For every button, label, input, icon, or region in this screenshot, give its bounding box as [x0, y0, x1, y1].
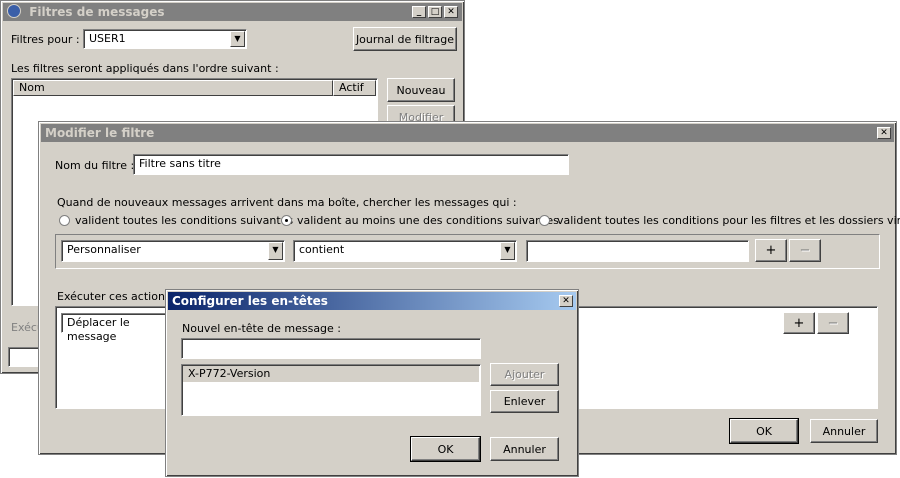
app-icon [7, 4, 21, 18]
action-select[interactable]: Déplacer le message [61, 313, 181, 343]
match-all-virtual-radio[interactable] [539, 215, 550, 226]
new-filter-button[interactable]: Nouveau [387, 78, 455, 102]
when-messages-arrive-text: Quand de nouveaux messages arrivent dans… [57, 196, 517, 209]
close-icon[interactable]: ✕ [877, 127, 891, 139]
filter-log-button[interactable]: Journal de filtrage [353, 27, 457, 51]
condition-operator-select[interactable]: contient ▼ [293, 240, 517, 262]
remove-header-button[interactable]: Enlever [490, 390, 559, 413]
configure-headers-dialog: Configurer les en-têtes ✕ Nouvel en-tête… [165, 289, 579, 477]
condition-field-value: Personnaliser [67, 243, 141, 256]
filter-name-input[interactable]: Filtre sans titre [133, 154, 569, 175]
new-header-label: Nouvel en-tête de message : [182, 322, 342, 335]
account-select[interactable]: USER1 ▼ [83, 29, 247, 49]
headers-dialog-title: Configurer les en-têtes [172, 294, 328, 308]
match-all-virtual-label[interactable]: valident toutes les conditions pour les … [557, 214, 900, 227]
column-header-name[interactable]: Nom [13, 80, 333, 96]
edit-filter-cancel-button[interactable]: Annuler [810, 419, 878, 443]
remove-condition-button[interactable]: − [789, 239, 821, 262]
match-all-label[interactable]: valident toutes les conditions suivantes [75, 214, 293, 227]
column-header-active[interactable]: Actif [333, 80, 376, 96]
maximize-icon[interactable]: □ [428, 6, 442, 18]
headers-cancel-button[interactable]: Annuler [490, 437, 559, 461]
match-any-radio[interactable] [281, 215, 292, 226]
remove-action-button[interactable]: − [817, 312, 849, 334]
edit-filter-titlebar[interactable]: Modifier le filtre ✕ [41, 124, 894, 142]
chevron-down-icon[interactable]: ▼ [268, 242, 283, 260]
add-action-button[interactable]: + [783, 312, 815, 334]
headers-titlebar[interactable]: Configurer les en-têtes ✕ [168, 292, 576, 310]
filter-name-label: Nom du filtre : [55, 159, 135, 172]
add-header-button[interactable]: Ajouter [490, 363, 559, 386]
chevron-down-icon[interactable]: ▼ [230, 31, 245, 47]
condition-operator-value: contient [299, 243, 345, 256]
add-condition-button[interactable]: + [755, 239, 787, 262]
filters-window-title: Filtres de messages [29, 5, 165, 19]
account-select-value: USER1 [89, 32, 126, 45]
headers-list[interactable]: X-P772-Version [181, 364, 481, 416]
edit-filter-title: Modifier le filtre [45, 126, 155, 140]
condition-field-select[interactable]: Personnaliser ▼ [61, 240, 285, 262]
new-header-input[interactable] [181, 338, 481, 359]
minimize-icon[interactable]: _ [412, 6, 426, 18]
headers-ok-button[interactable]: OK [410, 436, 481, 462]
filters-order-text: Les filtres seront appliqués dans l'ordr… [11, 62, 279, 75]
condition-value-input[interactable] [526, 240, 749, 262]
filters-for-label: Filtres pour : [11, 33, 80, 46]
close-icon[interactable]: ✕ [444, 6, 458, 18]
match-all-radio[interactable] [59, 215, 70, 226]
filters-titlebar[interactable]: Filtres de messages _ □ ✕ [3, 3, 462, 21]
actions-label: Exécuter ces actions : [57, 290, 178, 303]
chevron-down-icon[interactable]: ▼ [500, 242, 515, 260]
edit-filter-ok-button[interactable]: OK [729, 418, 799, 444]
headers-list-item[interactable]: X-P772-Version [183, 366, 479, 382]
close-icon[interactable]: ✕ [559, 295, 573, 307]
match-any-label[interactable]: valident au moins une des conditions sui… [297, 214, 559, 227]
